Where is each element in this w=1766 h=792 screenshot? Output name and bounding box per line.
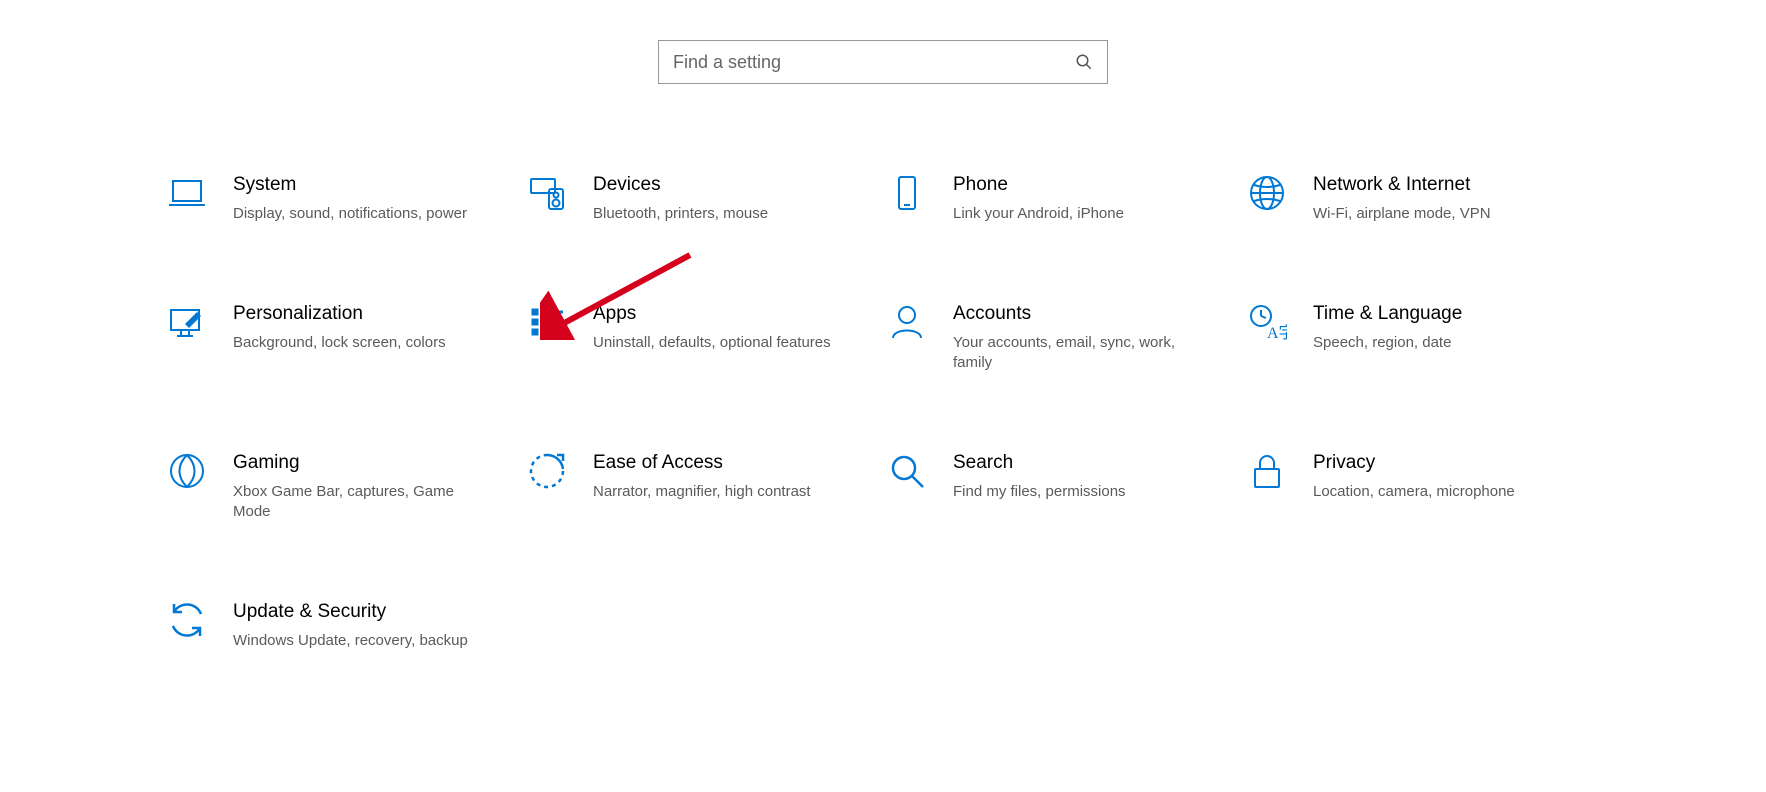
category-gaming[interactable]: Gaming Xbox Game Bar, captures, Game Mod… — [163, 447, 523, 526]
category-desc: Bluetooth, printers, mouse — [593, 204, 768, 224]
category-title: Time & Language — [1313, 302, 1462, 327]
category-search[interactable]: Search Find my files, permissions — [883, 447, 1243, 526]
category-title: Phone — [953, 173, 1124, 198]
category-network[interactable]: Network & Internet Wi-Fi, airplane mode,… — [1243, 169, 1603, 228]
category-devices[interactable]: Devices Bluetooth, printers, mouse — [523, 169, 883, 228]
category-system[interactable]: System Display, sound, notifications, po… — [163, 169, 523, 228]
category-desc: Windows Update, recovery, backup — [233, 631, 468, 651]
globe-icon — [1247, 173, 1287, 213]
laptop-icon — [167, 173, 207, 213]
category-accounts[interactable]: Accounts Your accounts, email, sync, wor… — [883, 298, 1243, 377]
category-desc: Find my files, permissions — [953, 482, 1126, 502]
devices-icon — [527, 173, 567, 213]
category-phone[interactable]: Phone Link your Android, iPhone — [883, 169, 1243, 228]
apps-icon — [527, 302, 567, 342]
category-desc: Location, camera, microphone — [1313, 482, 1515, 502]
svg-text:A字: A字 — [1267, 324, 1287, 342]
category-title: Apps — [593, 302, 831, 327]
update-icon — [167, 600, 207, 640]
category-title: Update & Security — [233, 600, 468, 625]
accounts-icon — [887, 302, 927, 342]
search-box[interactable] — [658, 40, 1108, 84]
ease-of-access-icon — [527, 451, 567, 491]
search-icon — [1075, 53, 1093, 71]
category-personalization[interactable]: Personalization Background, lock screen,… — [163, 298, 523, 377]
settings-grid: System Display, sound, notifications, po… — [0, 169, 1766, 655]
search-container — [0, 0, 1766, 84]
category-privacy[interactable]: Privacy Location, camera, microphone — [1243, 447, 1603, 526]
category-title: Devices — [593, 173, 768, 198]
category-title: Accounts — [953, 302, 1193, 327]
search-input[interactable] — [673, 52, 1075, 73]
category-title: Personalization — [233, 302, 446, 327]
category-title: Search — [953, 451, 1126, 476]
category-desc: Display, sound, notifications, power — [233, 204, 467, 224]
category-title: Network & Internet — [1313, 173, 1491, 198]
category-desc: Background, lock screen, colors — [233, 333, 446, 353]
gaming-icon — [167, 451, 207, 491]
category-desc: Link your Android, iPhone — [953, 204, 1124, 224]
category-desc: Uninstall, defaults, optional features — [593, 333, 831, 353]
category-apps[interactable]: Apps Uninstall, defaults, optional featu… — [523, 298, 883, 377]
category-time-language[interactable]: A字 Time & Language Speech, region, date — [1243, 298, 1603, 377]
category-desc: Wi-Fi, airplane mode, VPN — [1313, 204, 1491, 224]
phone-icon — [887, 173, 927, 213]
search-category-icon — [887, 451, 927, 491]
category-desc: Xbox Game Bar, captures, Game Mode — [233, 482, 473, 523]
category-update-security[interactable]: Update & Security Windows Update, recove… — [163, 596, 523, 655]
lock-icon — [1247, 451, 1287, 491]
category-desc: Your accounts, email, sync, work, family — [953, 333, 1193, 374]
category-title: Gaming — [233, 451, 473, 476]
time-language-icon: A字 — [1247, 302, 1287, 342]
category-desc: Speech, region, date — [1313, 333, 1462, 353]
category-title: Ease of Access — [593, 451, 811, 476]
category-ease-of-access[interactable]: Ease of Access Narrator, magnifier, high… — [523, 447, 883, 526]
category-title: Privacy — [1313, 451, 1515, 476]
category-title: System — [233, 173, 467, 198]
category-desc: Narrator, magnifier, high contrast — [593, 482, 811, 502]
personalization-icon — [167, 302, 207, 342]
